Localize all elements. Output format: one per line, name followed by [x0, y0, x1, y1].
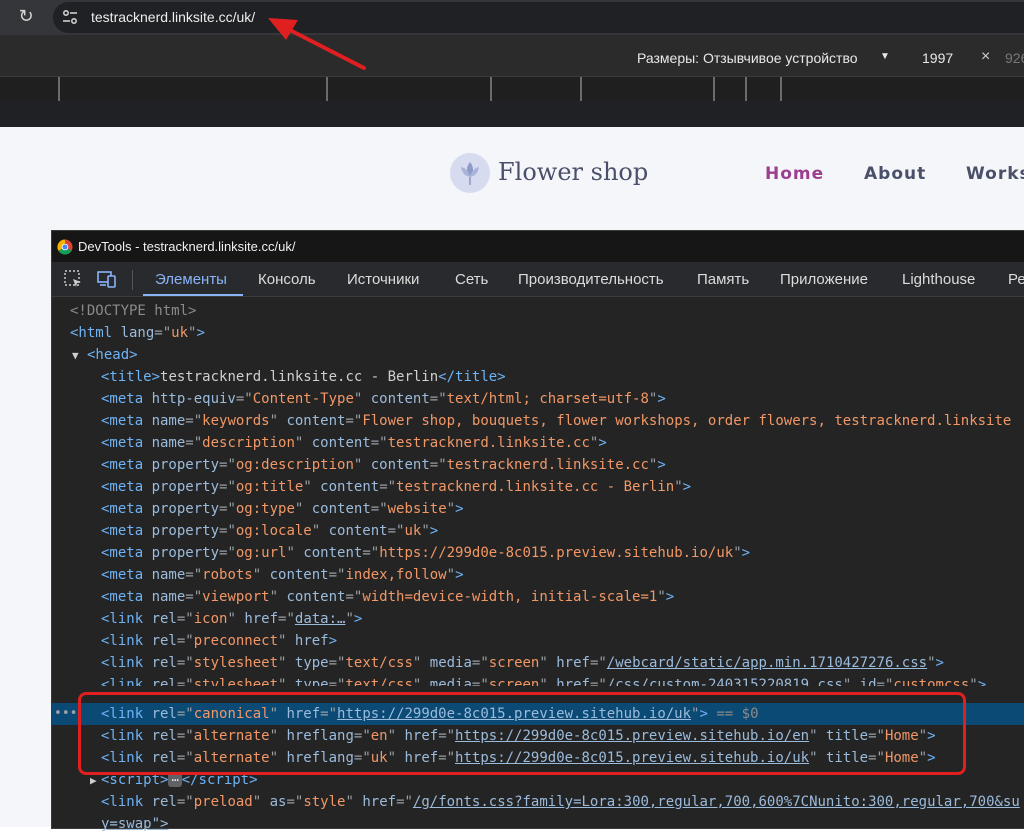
attr-value: Content-Type — [252, 391, 354, 407]
code-line[interactable]: <meta property="og:locale" content="uk"> — [52, 520, 1024, 542]
site-info-icon[interactable] — [61, 8, 79, 26]
ruler-tick — [780, 77, 782, 101]
code-line[interactable]: ▼ <head> — [52, 344, 1024, 366]
attr-link[interactable]: data:… — [295, 611, 346, 627]
width-input[interactable]: 1997 — [922, 50, 953, 66]
title-text: testracknerd.linksite.cc - Berlin — [160, 369, 439, 385]
inspect-element-icon[interactable] — [62, 268, 84, 290]
address-bar[interactable]: testracknerd.linksite.cc/uk/ — [53, 2, 1024, 33]
code-line[interactable]: <meta name="viewport" content="width=dev… — [52, 586, 1024, 608]
attr-value: index,follow — [345, 567, 447, 583]
url-text[interactable]: testracknerd.linksite.cc/uk/ — [91, 9, 255, 25]
tab-performance[interactable]: Производительность — [518, 271, 664, 288]
active-tab-indicator — [143, 294, 243, 296]
tab-network[interactable]: Сеть — [455, 271, 488, 288]
code-line[interactable]: <html lang="uk"> — [52, 322, 1024, 344]
dimensions-dropdown[interactable]: Размеры: Отзывчивое устройство — [637, 50, 858, 66]
code-line[interactable]: <!DOCTYPE html> — [52, 300, 1024, 322]
tab-console[interactable]: Консоль — [258, 271, 316, 288]
reload-icon[interactable]: ↻ — [14, 5, 38, 29]
chrome-logo-icon — [57, 239, 73, 255]
viewport-gap — [0, 101, 1024, 127]
tab-elements[interactable]: Элементы — [155, 271, 227, 288]
ruler-tick — [326, 77, 328, 101]
attr-value: website — [387, 501, 447, 517]
attr-link[interactable]: /css/custom-240315220819.css — [607, 677, 843, 686]
ruler-tick — [58, 77, 60, 101]
attr-value: text/html; charset=utf-8 — [446, 391, 649, 407]
code-line[interactable]: <meta property="og:url" content="https:/… — [52, 542, 1024, 564]
code-line[interactable]: <meta name="keywords" content="Flower sh… — [52, 410, 1024, 432]
device-toggle-icon[interactable] — [96, 268, 118, 290]
expand-triangle-icon[interactable]: ▼ — [72, 345, 79, 367]
nav-home[interactable]: Home — [765, 164, 824, 184]
code-line[interactable]: <link rel="icon" href="data:…"> — [52, 608, 1024, 630]
attr-link[interactable]: /g/fonts.css?family=Lora:300,regular,700… — [413, 794, 1020, 810]
attr-value: testracknerd.linksite.cc — [387, 435, 590, 451]
tab-memory[interactable]: Память — [697, 271, 749, 288]
tab-recorder[interactable]: Ре — [1008, 271, 1024, 288]
code-line[interactable]: <meta property="og:description" content=… — [52, 454, 1024, 476]
ruler-tick — [745, 77, 747, 101]
code-line[interactable]: <link rel="preload" as="style" href="/g/… — [52, 791, 1024, 813]
browser-toolbar: ↻ testracknerd.linksite.cc/uk/ — [0, 0, 1024, 35]
attr-value: Flower shop, bouquets, flower workshops,… — [362, 413, 1012, 429]
attr-value: testracknerd.linksite.cc - Berlin — [396, 479, 675, 495]
attr-value: https://299d0e-8c015.preview.sitehub.io/… — [379, 545, 734, 561]
ruler-tick — [713, 77, 715, 101]
code-line[interactable]: <title>testracknerd.linksite.cc - Berlin… — [52, 366, 1024, 388]
nav-works[interactable]: Works — [966, 164, 1024, 184]
tab-lighthouse[interactable]: Lighthouse — [902, 271, 975, 288]
attr-value: testracknerd.linksite.cc — [446, 457, 649, 473]
code-line[interactable]: <link rel="preconnect" href> — [52, 630, 1024, 652]
attr-link[interactable]: y=swap"> — [101, 816, 168, 832]
red-highlight-box — [78, 692, 966, 775]
code-line[interactable]: <meta name="robots" content="index,follo… — [52, 564, 1024, 586]
tab-sources[interactable]: Источники — [347, 271, 419, 288]
code-line[interactable]: <link rel="stylesheet" type="text/css" m… — [52, 674, 1024, 686]
code-line[interactable]: <meta property="og:type" content="websit… — [52, 498, 1024, 520]
collapsed-content-pill[interactable]: ⋯ — [168, 773, 182, 787]
attr-link[interactable]: /webcard/static/app.min.1710427276.css — [607, 655, 927, 671]
red-arrow-annotation — [268, 18, 366, 70]
nav-about[interactable]: About — [864, 164, 926, 184]
attr-value: customcss — [893, 677, 970, 686]
tab-application[interactable]: Приложение — [780, 271, 868, 288]
more-options-icon[interactable]: ••• — [54, 703, 77, 725]
attr-value: uk — [404, 523, 422, 539]
dropdown-caret-icon[interactable]: ▼ — [880, 51, 890, 62]
code-line[interactable]: <meta property="og:title" content="testr… — [52, 476, 1024, 498]
brand-name[interactable]: Flower shop — [498, 158, 648, 186]
devtools-title: DevTools - testracknerd.linksite.cc/uk/ — [78, 239, 296, 254]
height-input[interactable]: 926 — [1005, 50, 1024, 66]
code-line[interactable]: <meta name="description" content="testra… — [52, 432, 1024, 454]
ruler-tick — [580, 77, 582, 101]
code-line[interactable]: <meta http-equiv="Content-Type" content=… — [52, 388, 1024, 410]
flower-logo-icon[interactable] — [450, 153, 490, 193]
ruler-tick — [490, 77, 492, 101]
code-line[interactable]: y=swap"> — [52, 813, 1024, 835]
media-query-ruler[interactable] — [0, 77, 1024, 101]
html-lang-value: uk — [171, 325, 189, 341]
tab-separator — [132, 270, 133, 290]
code-line[interactable]: <link rel="stylesheet" type="text/css" m… — [52, 652, 1024, 674]
device-toolbar: Размеры: Отзывчивое устройство ▼ 1997 × … — [0, 35, 1024, 77]
devtools-tabbar: Элементы Консоль Источники Сеть Производ… — [52, 262, 1024, 297]
dimension-separator: × — [981, 48, 991, 65]
attr-value: width=device-width, initial-scale=1 — [362, 589, 658, 605]
devtools-titlebar[interactable]: DevTools - testracknerd.linksite.cc/uk/ — [52, 231, 1024, 262]
doctype: <!DOCTYPE html> — [70, 303, 197, 319]
